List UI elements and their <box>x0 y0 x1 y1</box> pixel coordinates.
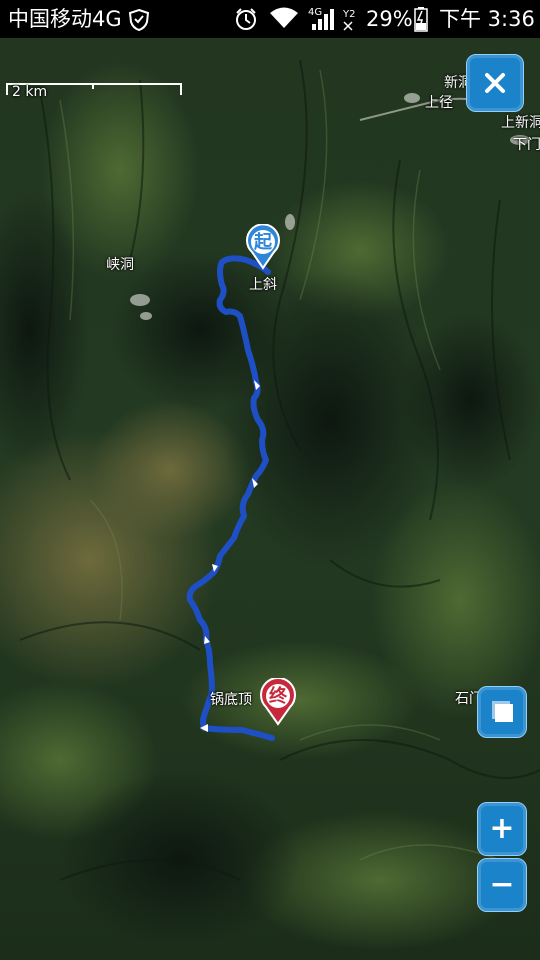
wifi-icon <box>268 0 300 38</box>
place-label-guodiding: 锅底顶 <box>210 692 252 708</box>
place-label-shangxindong: 上新洞 <box>501 115 540 131</box>
battery-charging-icon <box>413 0 429 38</box>
close-icon <box>485 73 505 93</box>
map-scale-label: 2 km <box>12 84 48 100</box>
status-bar: 中国移动4G 4G Y2 29% 下午 3:36 <box>0 0 540 38</box>
layers-icon <box>492 701 513 722</box>
carrier-name: 中国移动4G <box>8 7 122 31</box>
place-label-xiadong: 峡洞 <box>106 257 134 273</box>
place-label-shangxie: 上斜 <box>249 277 277 293</box>
end-marker[interactable]: 终 <box>260 676 296 726</box>
close-button[interactable] <box>466 54 524 112</box>
zoom-in-button[interactable]: + <box>477 802 527 856</box>
battery-percent: 29% <box>366 7 413 31</box>
end-marker-label: 终 <box>269 686 287 707</box>
place-label-shangjing: 上径 <box>425 95 453 111</box>
terrain-imagery <box>0 38 540 960</box>
start-marker[interactable]: 起 <box>245 223 281 270</box>
layers-button[interactable] <box>477 686 527 738</box>
satellite-map[interactable]: 2 km 下径 新洞 上径 上新洞 下门 峡洞 上斜 锅底顶 石门坑 起 终 + <box>0 38 540 960</box>
svg-text:Y2: Y2 <box>342 9 355 20</box>
zoom-out-button[interactable]: − <box>477 858 527 912</box>
shield-icon <box>128 0 150 38</box>
place-label-xiamen: 下门 <box>513 137 540 153</box>
signal-icon <box>310 0 338 38</box>
alarm-icon <box>233 0 259 38</box>
start-marker-label: 起 <box>254 232 272 253</box>
clock-time: 下午 3:36 <box>439 7 535 31</box>
sim-slot-icon: Y2 <box>341 0 357 38</box>
